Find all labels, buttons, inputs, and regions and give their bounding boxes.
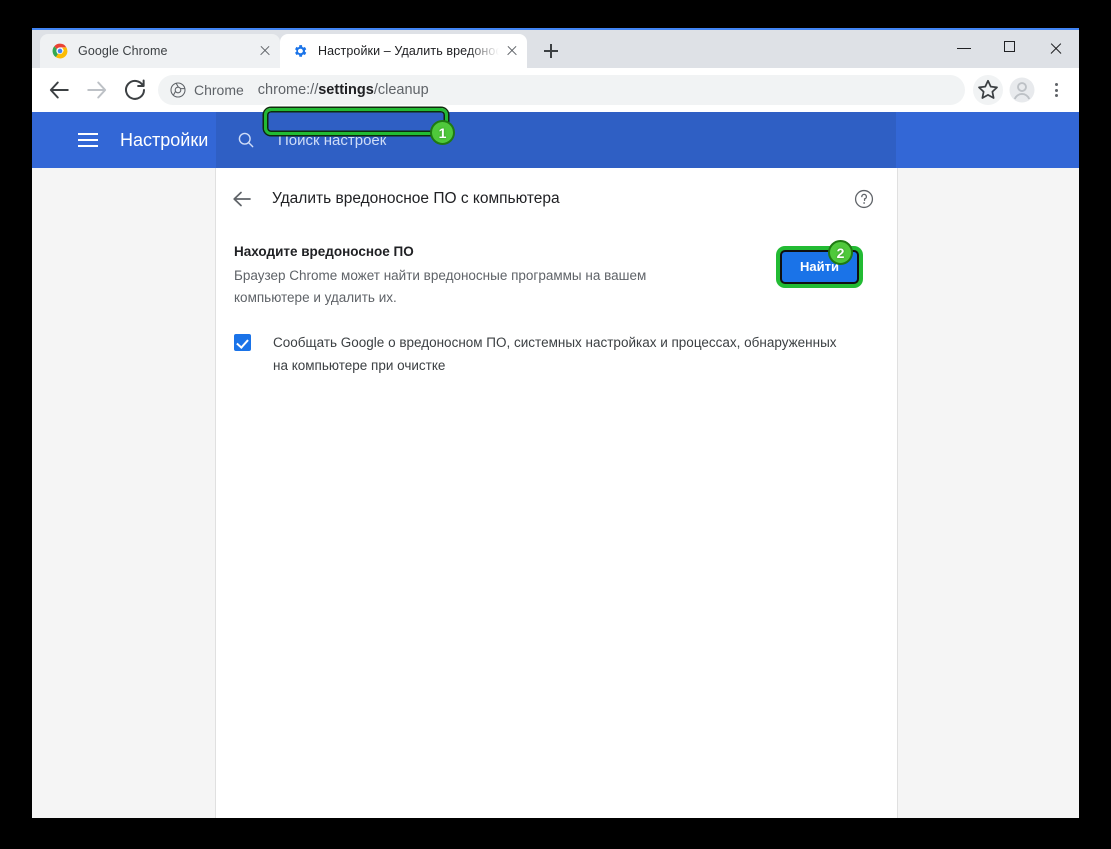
hamburger-menu-icon[interactable] — [78, 133, 98, 147]
settings-content-card: Удалить вредоносное ПО с компьютера Нахо… — [216, 168, 898, 818]
minimize-button[interactable] — [941, 28, 987, 68]
content-page-title: Удалить вредоносное ПО с компьютера — [272, 190, 560, 207]
report-checkbox-label: Сообщать Google о вредоносном ПО, систем… — [273, 335, 837, 373]
window-top-accent — [32, 28, 1079, 30]
back-arrow-icon[interactable] — [44, 75, 74, 105]
settings-right-rail — [898, 168, 1079, 818]
browser-toolbar: Chrome chrome://settings/cleanup — [32, 68, 1079, 112]
search-icon — [236, 130, 256, 150]
reload-icon[interactable] — [120, 75, 150, 105]
window-controls — [941, 28, 1079, 68]
settings-page-body: Удалить вредоносное ПО с компьютера Нахо… — [32, 168, 1079, 818]
help-circle-icon[interactable] — [853, 188, 875, 210]
close-window-button[interactable] — [1033, 28, 1079, 68]
close-icon[interactable] — [256, 42, 274, 60]
tab-title: Google Chrome — [78, 44, 168, 58]
settings-left-rail — [32, 168, 216, 818]
tab-title: Настройки – Удалить вредоносное ПО с ком… — [318, 44, 499, 58]
tab-settings-cleanup[interactable]: Настройки – Удалить вредоносное ПО с ком… — [280, 34, 527, 68]
page-title: Настройки — [120, 129, 209, 150]
malware-section-text: Находите вредоносное ПО Браузер Chrome м… — [234, 244, 780, 309]
report-checkbox[interactable] — [234, 334, 251, 351]
url-prefix: chrome:// — [257, 82, 319, 98]
three-dot-menu-icon[interactable] — [1041, 75, 1071, 105]
close-icon[interactable] — [503, 42, 521, 60]
url-text: chrome://settings/cleanup — [254, 80, 433, 100]
address-bar[interactable]: Chrome chrome://settings/cleanup — [158, 75, 965, 105]
url-suffix: /cleanup — [373, 82, 429, 98]
settings-gear-icon — [292, 43, 308, 59]
new-tab-button[interactable] — [537, 37, 565, 65]
malware-section: Находите вредоносное ПО Браузер Chrome м… — [216, 230, 897, 309]
url-bold-segment: settings — [318, 82, 374, 98]
url-container[interactable]: chrome://settings/cleanup — [254, 80, 433, 100]
profile-avatar-icon[interactable] — [1007, 75, 1037, 105]
report-checkbox-row[interactable]: Сообщать Google о вредоносном ПО, систем… — [216, 309, 897, 377]
back-arrow-icon[interactable] — [230, 187, 254, 211]
chrome-browser-window: Google Chrome Настройки – Удалить вредон… — [32, 28, 1079, 818]
bookmark-star-icon[interactable] — [973, 75, 1003, 105]
find-button-wrapper: Найти 2 — [780, 240, 859, 284]
maximize-button[interactable] — [987, 28, 1033, 68]
tab-strip: Google Chrome Настройки – Удалить вредон… — [32, 28, 1079, 68]
callout-badge-1: 1 — [430, 120, 455, 145]
tab-google-chrome[interactable]: Google Chrome — [40, 34, 280, 68]
chrome-logo-icon — [170, 82, 186, 98]
section-description: Браузер Chrome может найти вредоносные п… — [234, 268, 647, 305]
settings-header-bar: Настройки Поиск настроек — [32, 112, 1079, 168]
section-title: Находите вредоносное ПО — [234, 244, 414, 259]
callout-badge-2: 2 — [828, 240, 853, 265]
content-header: Удалить вредоносное ПО с компьютера — [216, 168, 897, 230]
chrome-chip-label: Chrome — [194, 82, 244, 98]
forward-arrow-icon — [82, 75, 112, 105]
screenshot-root: Google Chrome Настройки – Удалить вредон… — [0, 0, 1111, 849]
chrome-logo-icon — [52, 43, 68, 59]
callout-url-highlight — [264, 108, 448, 135]
